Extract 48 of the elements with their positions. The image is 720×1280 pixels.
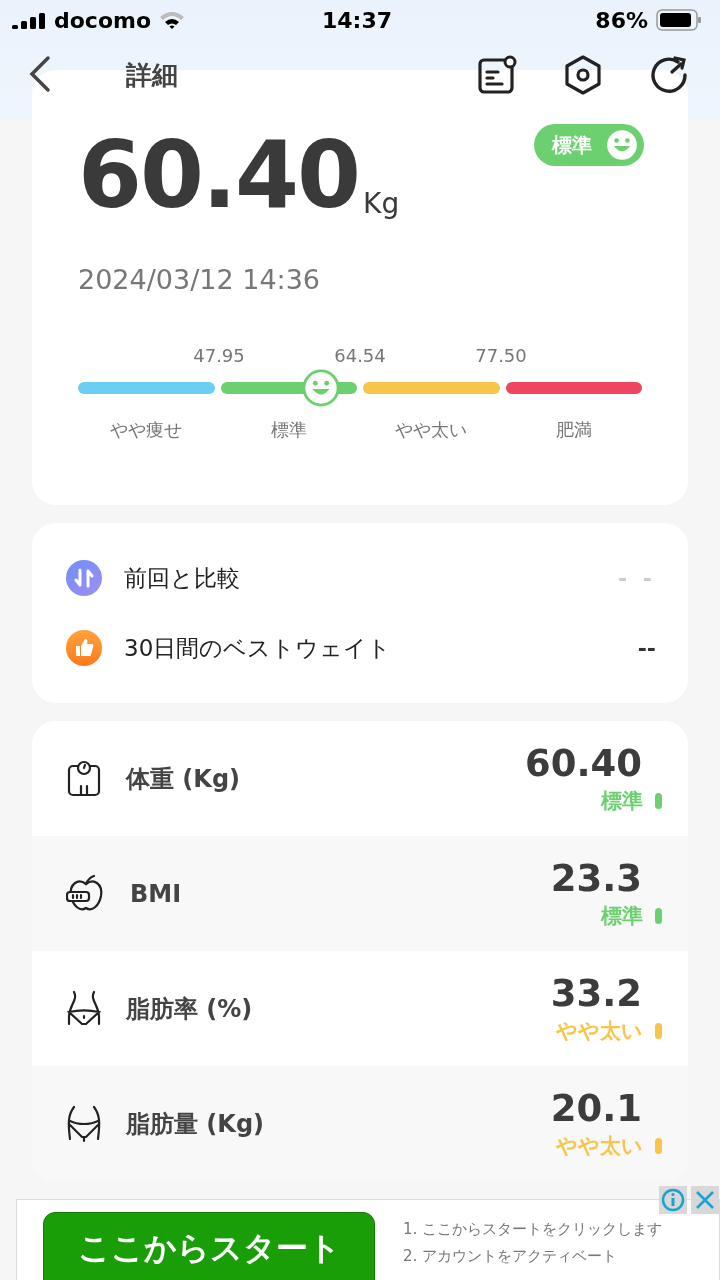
hips-icon (66, 1104, 102, 1143)
metric-status: やや太い (556, 1133, 643, 1160)
metric-status: 標準 (601, 903, 643, 930)
measurement-date: 2024/03/12 14:36 (78, 264, 321, 295)
gauge-label: やや太い (395, 418, 468, 442)
gauge-label: 標準 (270, 418, 307, 442)
threshold-value: 64.54 (334, 345, 386, 366)
ad-start-button[interactable]: ここからスタート (43, 1212, 375, 1280)
ad-step: 2. アカウントをアクティベート (403, 1247, 663, 1266)
scale-icon (66, 759, 102, 798)
metric-row[interactable]: 脂肪量 (Kg) 20.1 やや太い (32, 1066, 688, 1181)
battery-percent: 86% (595, 7, 648, 33)
signal-icon (12, 11, 46, 29)
comparison-value: -- (637, 635, 656, 661)
metric-status: 標準 (601, 788, 643, 815)
comparison-value: - - (618, 565, 656, 591)
weight-value: 60.40 (78, 130, 359, 222)
waist-icon (66, 989, 102, 1028)
metric-row[interactable]: BMI 23.3 標準 (32, 836, 688, 951)
wifi-icon (159, 10, 186, 30)
metric-value: 33.2 (550, 972, 642, 1015)
threshold-value: 47.95 (193, 345, 245, 366)
clock-time: 14:37 (322, 7, 392, 33)
metric-value: 23.3 (550, 857, 642, 900)
comparison-label: 30日間のベストウェイト (124, 633, 393, 663)
note-button[interactable] (476, 54, 518, 96)
swap-arrows-icon (66, 560, 102, 596)
ad-step: 1. ここからスタートをクリックします (403, 1220, 663, 1239)
thumbs-up-icon (66, 630, 102, 666)
carrier-name: docomo (54, 7, 152, 33)
threshold-value: 77.50 (475, 345, 527, 366)
comparison-label: 前回と比較 (124, 563, 241, 593)
gauge-label: 肥満 (555, 418, 592, 442)
metric-status: やや太い (556, 1018, 643, 1045)
metric-label: 脂肪量 (Kg) (126, 1108, 266, 1140)
metric-label: 脂肪率 (%) (126, 993, 254, 1025)
smiley-icon (604, 127, 640, 163)
page-title: 詳細 (126, 58, 179, 92)
battery-icon (656, 9, 702, 31)
metric-value: 60.40 (524, 742, 642, 785)
gauge-label: やや痩せ (110, 418, 183, 442)
metric-value: 20.1 (550, 1087, 642, 1130)
weight-unit: Kg (363, 187, 401, 220)
metric-label: 体重 (Kg) (126, 763, 242, 795)
metric-label: BMI (130, 879, 183, 908)
refresh-button[interactable] (648, 54, 690, 96)
settings-button[interactable] (562, 54, 604, 96)
status-badge: 標準 (534, 124, 644, 166)
